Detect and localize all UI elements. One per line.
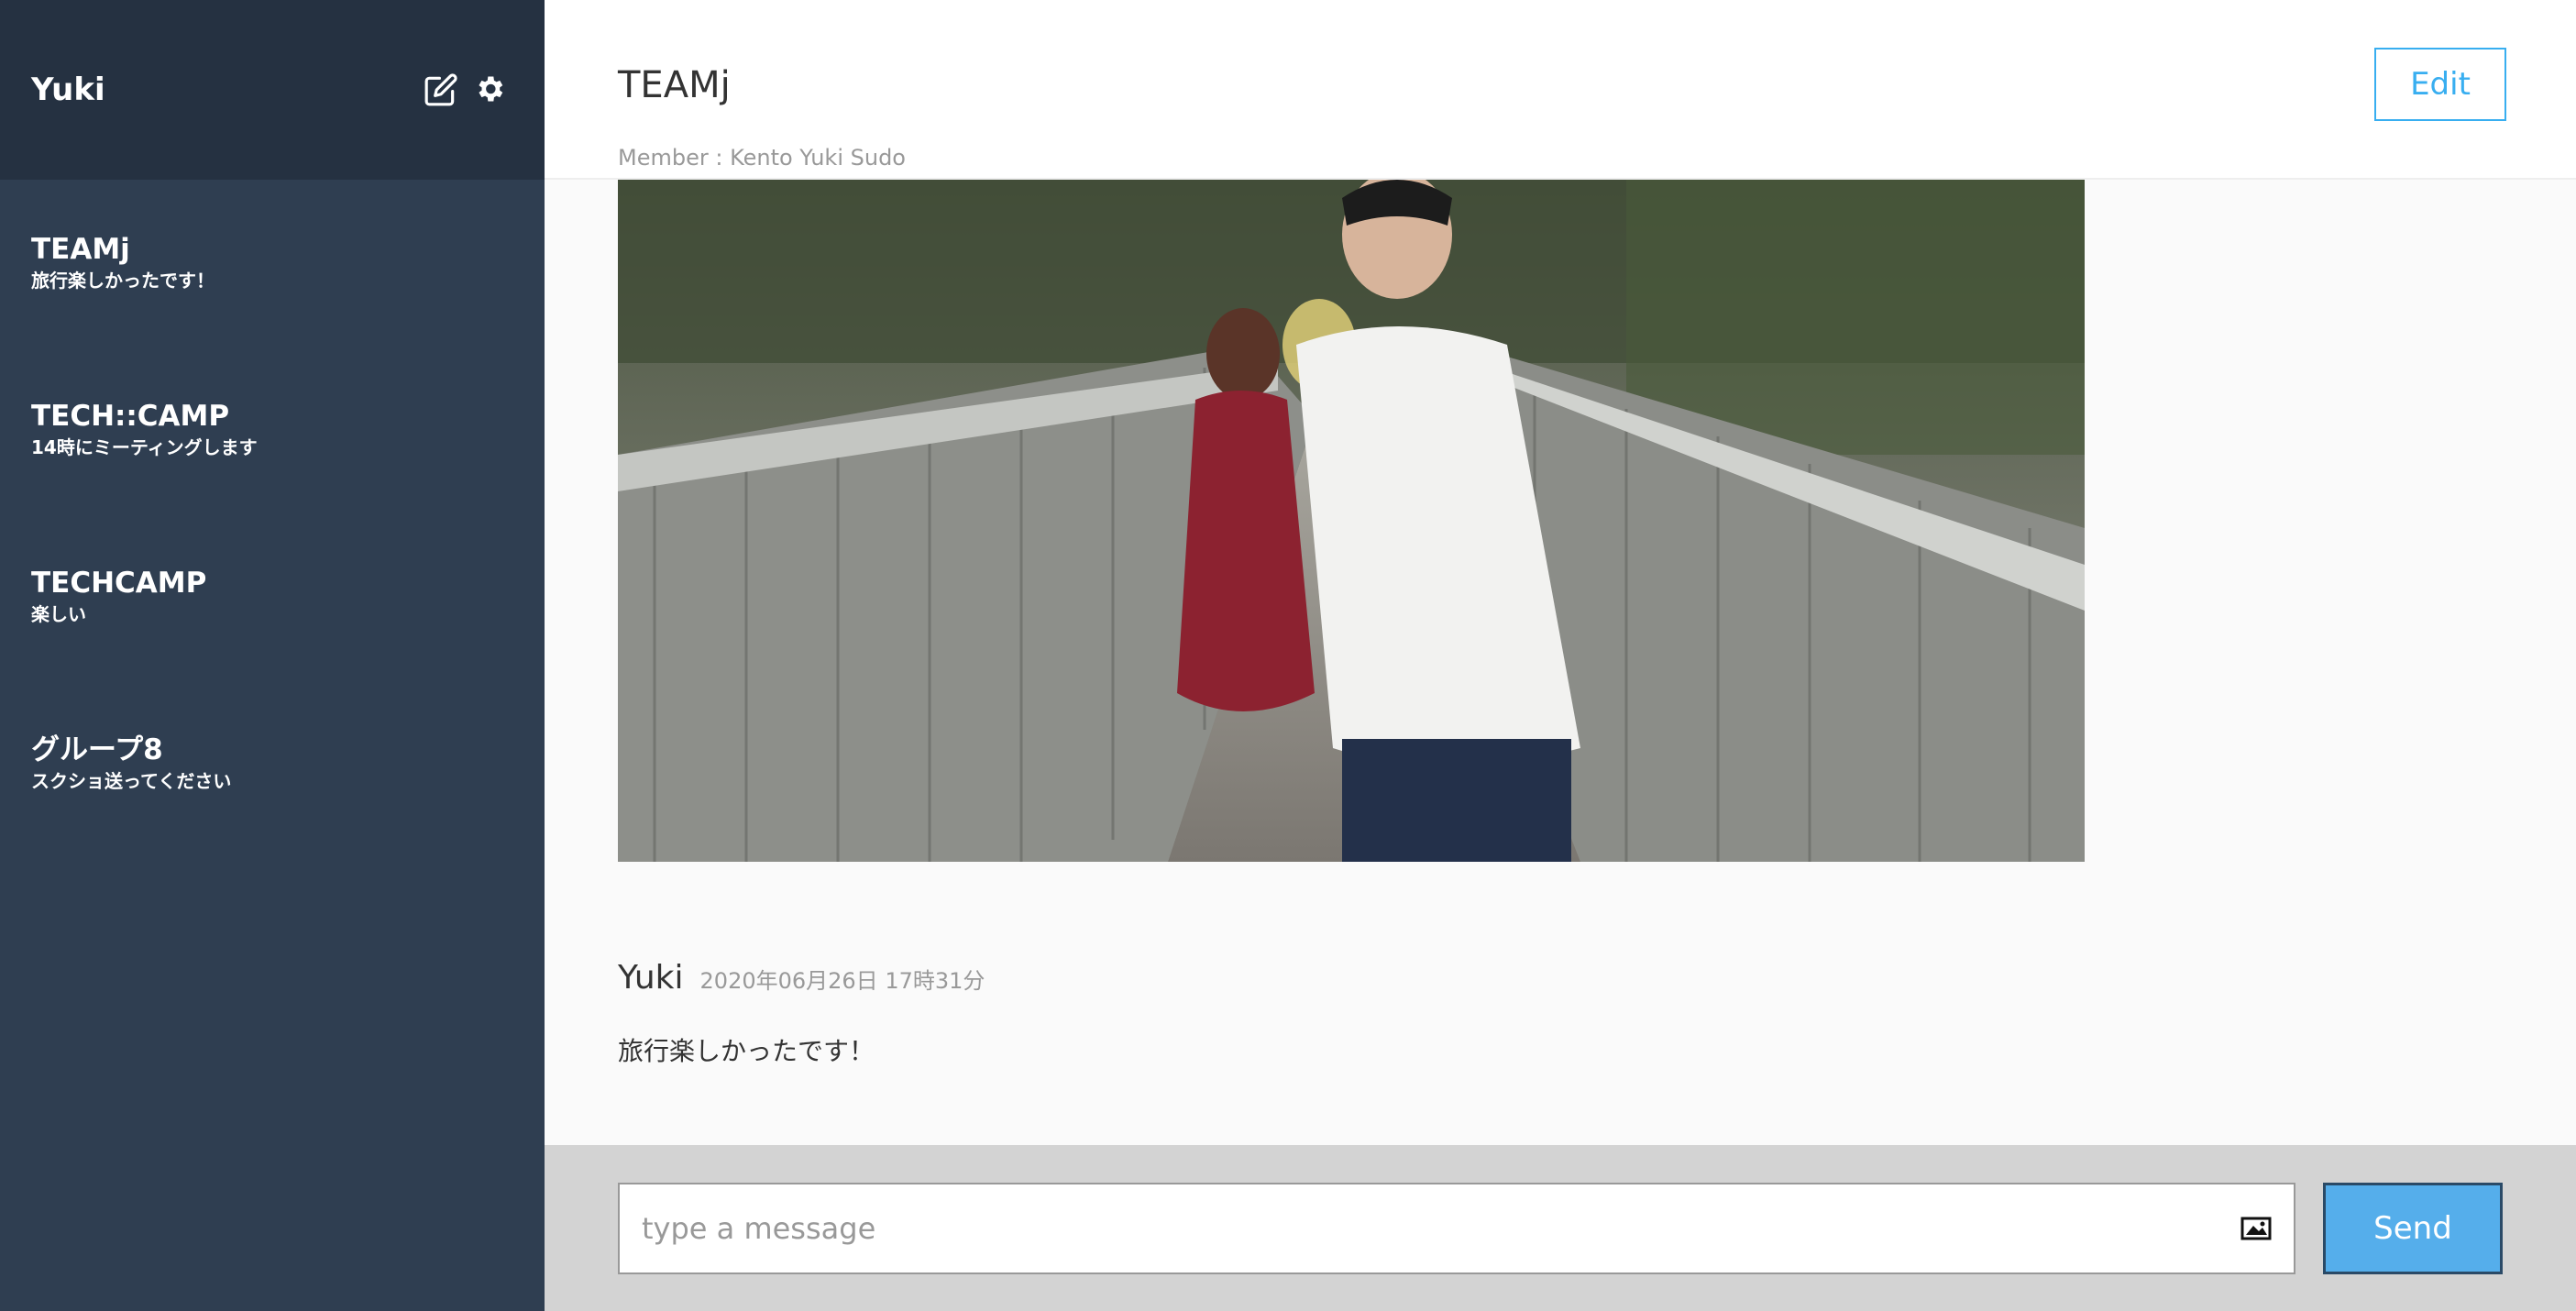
send-button[interactable]: Send [2323, 1183, 2503, 1274]
current-user-name: Yuki [31, 72, 105, 108]
message-input-box [618, 1183, 2295, 1274]
bridge-photo [618, 180, 2085, 862]
group-list: TEAMj 旅行楽しかったです！ TECH::CAMP 14時にミーティングしま… [0, 180, 545, 887]
group-name: TECHCAMP [31, 567, 207, 600]
group-name: TECH::CAMP [31, 400, 230, 433]
member-list: Member : Kento Yuki Sudo [618, 145, 906, 171]
edit-icon[interactable] [424, 72, 458, 107]
message-user: Yuki [618, 959, 684, 997]
group-last-message: 楽しい [31, 603, 86, 625]
message-date: 2020年06月26日 17時31分 [699, 968, 985, 994]
group-last-message: 旅行楽しかったです！ [31, 270, 215, 292]
sidebar-header-icons [424, 72, 508, 107]
gear-icon[interactable] [473, 72, 508, 107]
message-list: Yuki 2020年06月26日 17時31分 旅行楽しかったです！ [618, 180, 2543, 1068]
group-name: グループ8 [31, 733, 163, 766]
sidebar-header: Yuki [0, 0, 545, 180]
group-name: TEAMj [31, 233, 130, 266]
message-form: Send [545, 1145, 2576, 1311]
group-last-message: スクショ送ってください [31, 770, 232, 792]
edit-button[interactable]: Edit [2374, 48, 2506, 121]
sidebar: Yuki TEAMj 旅行楽しかったです！ TECH::CAMP 14時にミーテ… [0, 0, 545, 1311]
chat-main: TEAMj Member : Kento Yuki Sudo Edit Yuki… [545, 0, 2576, 1311]
group-item-group8[interactable]: グループ8 スクショ送ってください [0, 721, 545, 887]
message-meta: Yuki 2020年06月26日 17時31分 [618, 959, 2543, 997]
image-icon[interactable] [2240, 1215, 2272, 1242]
page-title: TEAMj [618, 64, 731, 106]
message-input[interactable] [642, 1211, 2240, 1246]
group-item-techcamp[interactable]: TECHCAMP 楽しい [0, 554, 545, 721]
message-photo [618, 180, 2085, 862]
message-text: 旅行楽しかったです！ [618, 1036, 875, 1066]
group-last-message: 14時にミーティングします [31, 436, 258, 458]
chat-header: TEAMj Member : Kento Yuki Sudo Edit [545, 0, 2576, 180]
group-item-teamj[interactable]: TEAMj 旅行楽しかったです！ [0, 220, 545, 387]
group-item-tech-camp[interactable]: TECH::CAMP 14時にミーティングします [0, 387, 545, 554]
